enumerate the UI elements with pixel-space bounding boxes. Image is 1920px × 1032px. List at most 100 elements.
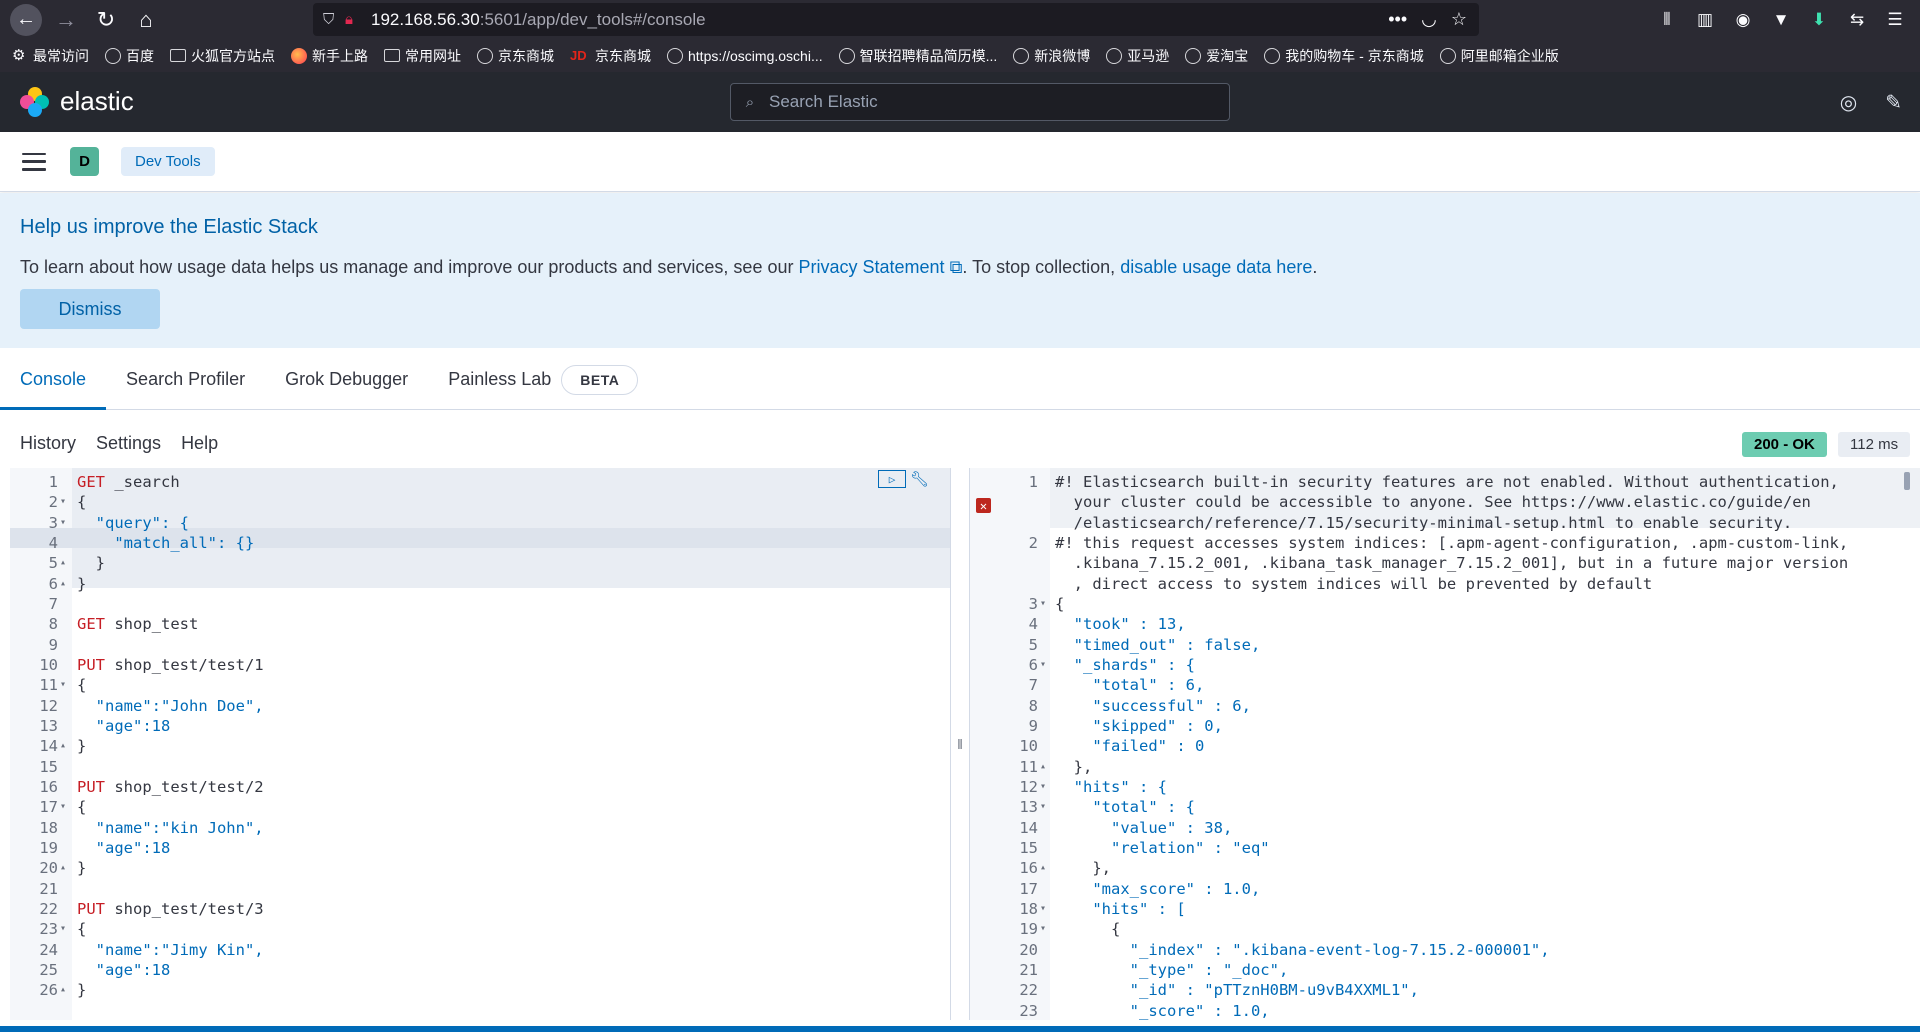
menu-toggle-icon[interactable] bbox=[22, 152, 46, 171]
breadcrumb-dev-tools[interactable]: Dev Tools bbox=[121, 147, 215, 176]
response-editor[interactable]: ✕ 1 #! Elasticsearch built-in security fe… bbox=[970, 468, 1920, 1020]
code-text: PUT shop_test/test/2 bbox=[77, 777, 264, 796]
code-text: "value" : 38, bbox=[1055, 818, 1233, 837]
bookmark-item[interactable]: JD 京东商城 bbox=[570, 46, 651, 66]
app-menu-icon[interactable]: ☰ bbox=[1882, 10, 1908, 30]
dismiss-button[interactable]: Dismiss bbox=[20, 289, 160, 329]
code-text: "_score" : 1.0, bbox=[1055, 1001, 1270, 1020]
request-editor[interactable]: 1 GET _search 2 ▾{3 ▾ "query": {4 "match_all… bbox=[10, 468, 950, 1020]
line-number: 21 bbox=[39, 879, 58, 898]
wrench-icon[interactable]: 🔧︎ bbox=[910, 470, 930, 488]
fold-toggle-icon[interactable]: ▾ bbox=[1040, 594, 1046, 614]
bookmark-item[interactable]: 我的购物车 - 京东商城 bbox=[1264, 46, 1424, 66]
fold-toggle-icon[interactable]: ▾ bbox=[1040, 777, 1046, 797]
tab-console[interactable]: Console bbox=[0, 350, 107, 410]
page-actions-icon[interactable]: ••• bbox=[1388, 9, 1407, 30]
response-line: /elasticsearch/reference/7.15/security-m… bbox=[970, 513, 1920, 533]
account-icon[interactable]: ◉ bbox=[1730, 10, 1756, 30]
dev-tools-tabs: Console Search Profiler Grok Debugger Pa… bbox=[0, 350, 1920, 410]
line-number: 22 bbox=[39, 899, 58, 918]
fold-toggle-icon[interactable]: ▴ bbox=[60, 553, 66, 573]
pocket-icon[interactable]: ◡ bbox=[1421, 9, 1437, 30]
bookmark-item[interactable]: 阿里邮箱企业版 bbox=[1439, 46, 1559, 66]
tab-search-profiler[interactable]: Search Profiler bbox=[106, 350, 265, 409]
fold-toggle-icon[interactable]: ▾ bbox=[60, 919, 66, 939]
settings-link[interactable]: Settings bbox=[96, 433, 161, 454]
response-scrollbar[interactable] bbox=[1904, 472, 1910, 490]
pane-resizer[interactable]: ‖ bbox=[950, 468, 970, 1020]
bookmark-item[interactable]: 智联招聘精品简历模... bbox=[838, 46, 997, 66]
reload-icon: ↻ bbox=[96, 6, 116, 32]
privacy-statement-link[interactable]: Privacy Statement ⧉ bbox=[798, 257, 962, 277]
fold-toggle-icon[interactable]: ▴ bbox=[60, 736, 66, 756]
tab-grok-debugger[interactable]: Grok Debugger bbox=[265, 350, 428, 409]
address-bar[interactable]: ⛉ 🔒︎ 192.168.56.30 :5601/app/dev_tools#/… bbox=[313, 3, 1479, 36]
home-button[interactable]: ⌂ bbox=[126, 0, 166, 39]
response-line: 14 "value" : 38, bbox=[970, 818, 1920, 838]
fold-toggle-icon[interactable]: ▴ bbox=[60, 858, 66, 878]
response-line: 13 ▾ "total" : { bbox=[970, 797, 1920, 817]
help-link[interactable]: Help bbox=[181, 433, 218, 454]
bookmark-star-icon[interactable]: ☆ bbox=[1451, 9, 1467, 30]
forward-button[interactable]: → bbox=[46, 0, 86, 39]
bookmark-item[interactable]: 新浪微博 bbox=[1013, 46, 1090, 66]
fold-toggle-icon[interactable]: ▴ bbox=[1040, 757, 1046, 777]
news-feed-icon[interactable]: ✎ bbox=[1885, 90, 1902, 115]
sidebar-icon[interactable]: ▥ bbox=[1692, 10, 1718, 30]
bookmark-item[interactable]: ⚙ 最常访问 bbox=[12, 46, 89, 66]
tab-painless-lab[interactable]: Painless Lab BETA bbox=[428, 350, 658, 409]
code-text: GET shop_test bbox=[77, 615, 199, 634]
request-line: 9 bbox=[10, 635, 950, 655]
bookmark-item[interactable]: https://oscimg.oschi... bbox=[667, 47, 823, 64]
fold-toggle-icon[interactable]: ▾ bbox=[1040, 655, 1046, 675]
bookmark-item[interactable]: 火狐官方站点 bbox=[170, 46, 275, 66]
bookmark-item[interactable]: 常用网址 bbox=[384, 46, 461, 66]
code-text: { bbox=[1055, 594, 1065, 613]
bookmark-item[interactable]: 新手上路 bbox=[291, 46, 368, 66]
insecure-lock-icon[interactable]: 🔒︎ bbox=[345, 11, 371, 28]
line-number: 3 bbox=[48, 513, 58, 532]
bookmark-item[interactable]: 百度 bbox=[105, 46, 154, 66]
line-number: 11 bbox=[39, 676, 58, 695]
bookmark-item[interactable]: 爱淘宝 bbox=[1185, 46, 1248, 66]
code-text: PUT shop_test/test/1 bbox=[77, 655, 264, 674]
banner-text: To learn about how usage data helps us m… bbox=[20, 257, 1318, 277]
bookmark-item[interactable]: 京东商城 bbox=[477, 46, 554, 66]
request-line: 13 "age":18 bbox=[10, 716, 950, 736]
fold-toggle-icon[interactable]: ▾ bbox=[1040, 797, 1046, 817]
send-request-icon[interactable]: ▷ bbox=[878, 470, 906, 488]
code-text: } bbox=[77, 981, 87, 1000]
fold-toggle-icon[interactable]: ▾ bbox=[1040, 919, 1046, 939]
bookmark-item[interactable]: 亚马逊 bbox=[1106, 46, 1169, 66]
response-line: your cluster could be accessible to anyo… bbox=[970, 492, 1920, 512]
history-link[interactable]: History bbox=[20, 433, 76, 454]
fold-toggle-icon[interactable]: ▴ bbox=[1040, 858, 1046, 878]
download-extension-icon[interactable]: ⬇ bbox=[1806, 10, 1832, 30]
reload-button[interactable]: ↻ bbox=[86, 0, 126, 39]
code-text: { bbox=[77, 920, 87, 939]
line-number: 8 bbox=[1028, 696, 1038, 715]
tracking-shield-icon[interactable]: ⛉ bbox=[323, 11, 345, 28]
fold-toggle-icon[interactable]: ▾ bbox=[1040, 899, 1046, 919]
space-avatar[interactable]: D bbox=[70, 147, 99, 176]
elastic-logo[interactable]: elastic bbox=[20, 86, 134, 117]
request-line: 16 PUT shop_test/test/2 bbox=[10, 777, 950, 797]
fold-toggle-icon[interactable]: ▾ bbox=[60, 797, 66, 817]
disable-usage-link[interactable]: disable usage data here bbox=[1120, 257, 1312, 277]
vue-devtools-icon[interactable]: ▼ bbox=[1768, 10, 1794, 30]
request-line: 24 "name":"Jimy Kin", bbox=[10, 940, 950, 960]
back-button[interactable]: ← bbox=[6, 0, 46, 39]
response-line: 11 ▴ }, bbox=[970, 757, 1920, 777]
search-input[interactable]: ⌕ Search Elastic bbox=[730, 83, 1230, 121]
fold-toggle-icon[interactable]: ▴ bbox=[60, 980, 66, 1000]
translate-icon[interactable]: ⇆ bbox=[1844, 10, 1870, 30]
line-number: 3 bbox=[1028, 594, 1038, 613]
fold-toggle-icon[interactable]: ▴ bbox=[60, 574, 66, 594]
library-icon[interactable]: ⫴ bbox=[1654, 10, 1680, 30]
help-icon[interactable]: ◎ bbox=[1840, 90, 1857, 115]
fold-toggle-icon[interactable]: ▾ bbox=[60, 675, 66, 695]
fold-toggle-icon[interactable]: ▾ bbox=[60, 492, 66, 512]
response-line: 17 "max_score" : 1.0, bbox=[970, 879, 1920, 899]
search-icon: ⌕ bbox=[745, 93, 755, 111]
fold-toggle-icon[interactable]: ▾ bbox=[60, 513, 66, 533]
